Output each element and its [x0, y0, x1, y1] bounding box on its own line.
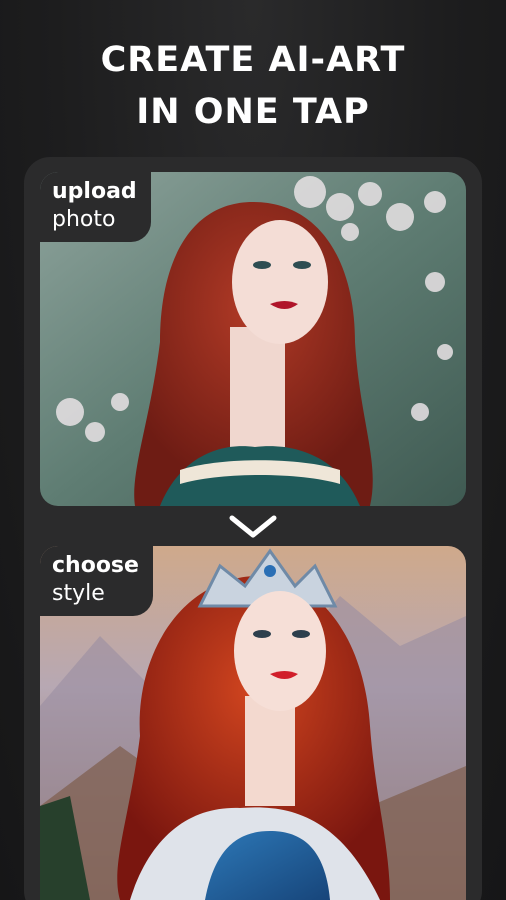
- headline-line-2: IN ONE TAP: [136, 92, 370, 132]
- step-style-label: choose style: [40, 546, 153, 616]
- step-style-title: choose: [52, 553, 139, 578]
- chevron-down-icon: [229, 515, 277, 538]
- step-upload-label: upload photo: [40, 172, 151, 242]
- step-upload-title: upload: [52, 179, 137, 204]
- step-style-subtitle: style: [52, 581, 105, 606]
- step-upload-subtitle: photo: [52, 207, 116, 232]
- headline: CREATE AI-ART IN ONE TAP: [0, 34, 506, 138]
- headline-line-1: CREATE AI-ART: [100, 40, 406, 80]
